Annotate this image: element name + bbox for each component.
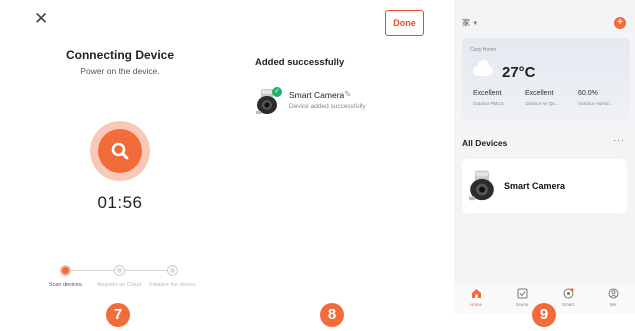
temperature: 27°C	[502, 64, 536, 81]
humidity-value: 60.0%	[578, 90, 598, 97]
step-dot-scan	[60, 265, 71, 276]
humidity-label: Outdoor Humid...	[578, 101, 613, 106]
step-label-scan: Scan devices.	[48, 282, 84, 288]
done-button[interactable]: Done	[385, 10, 424, 36]
step-dot-core	[170, 268, 175, 273]
weather-card: Cozy Home 27°C Excellent Outdoor PM2.5 E…	[462, 38, 630, 120]
device-card-name: Smart Camera	[504, 181, 566, 191]
tab-scene[interactable]: Scene	[507, 288, 537, 307]
tab-me[interactable]: Me	[598, 288, 628, 307]
chevron-down-icon: ▼	[472, 21, 479, 27]
tab-label: Home	[469, 302, 482, 307]
tab-label: Smart	[561, 302, 574, 307]
step-dot-initialize	[167, 265, 178, 276]
step-dot-register	[114, 265, 125, 276]
weather-location: Cozy Home	[470, 47, 497, 53]
cloud-icon	[473, 60, 493, 76]
tab-home[interactable]: Home	[461, 288, 491, 307]
pm25-label: Outdoor PM2.5	[473, 101, 504, 106]
step-number-badge: 7	[106, 303, 130, 327]
step-label-register: Register on Cloud.	[97, 282, 143, 288]
smart-icon	[563, 288, 574, 299]
tab-label: Me	[609, 302, 617, 307]
step-label-initialize: Initialize the device.	[149, 282, 197, 288]
air-quality-value: Excellent	[525, 90, 554, 97]
camera-icon	[469, 170, 494, 201]
page-subtitle: Power on the device.	[80, 66, 160, 76]
check-icon: ✓	[272, 87, 282, 97]
step-dot-core	[117, 268, 122, 273]
home-screen: 家 ▼ + Cozy Home 27°C Excellent Outdoor P…	[454, 0, 635, 314]
pm25-value: Excellent	[473, 90, 502, 97]
home-name: 家	[462, 18, 470, 27]
tab-label: Scene	[515, 302, 529, 307]
countdown-timer: 01:56	[97, 193, 143, 212]
tab-smart[interactable]: Smart	[553, 288, 583, 307]
device-card[interactable]: Smart Camera	[462, 159, 627, 213]
plus-icon: +	[617, 17, 623, 28]
device-name: Smart Camera	[289, 90, 345, 100]
added-title: Added successfully	[255, 57, 345, 68]
connecting-device-screen: ✕ Connecting Device Power on the device.…	[0, 0, 225, 331]
scan-indicator	[90, 121, 150, 181]
home-selector[interactable]: 家 ▼	[462, 17, 478, 28]
all-devices-title: All Devices	[462, 138, 508, 148]
scene-icon	[517, 288, 527, 299]
pencil-icon[interactable]: ✎	[344, 89, 352, 100]
add-device-button[interactable]: +	[614, 17, 626, 29]
home-icon	[471, 289, 481, 298]
device-status: Device added successfully	[289, 103, 366, 110]
profile-icon	[608, 288, 618, 299]
air-quality-label: Outdoor Air Qu...	[525, 101, 559, 106]
search-icon	[111, 142, 129, 160]
step-connector	[70, 270, 114, 271]
page-title: Connecting Device	[65, 48, 175, 62]
step-number-badge: 8	[320, 303, 344, 327]
step-connector	[124, 270, 168, 271]
step-number-badge: 9	[532, 303, 556, 327]
more-icon[interactable]: ···	[613, 135, 625, 145]
scan-indicator-core	[98, 129, 142, 173]
close-icon[interactable]: ✕	[34, 10, 48, 27]
